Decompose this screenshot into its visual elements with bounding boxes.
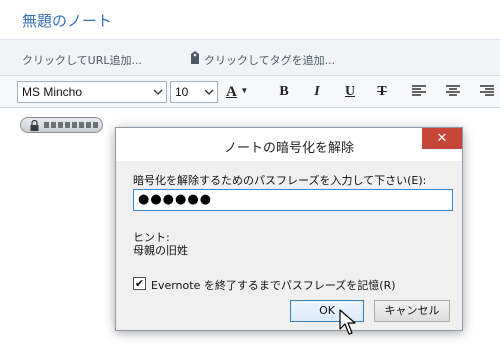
tag-icon	[191, 51, 199, 64]
note-title-bar: 無題のノート	[0, 0, 500, 40]
chevron-down-icon	[153, 89, 163, 95]
lock-icon	[30, 120, 39, 131]
font-family-select[interactable]: MS Mincho	[17, 81, 167, 103]
format-toolbar: MS Mincho 10 A ▼ B I U T	[0, 76, 500, 108]
align-left-icon[interactable]	[412, 85, 426, 97]
hint-value: 母親の旧姓	[133, 244, 188, 257]
remember-passphrase-label[interactable]: Evernote を終了するまでパスフレーズを記憶(R)	[151, 277, 396, 293]
align-right-icon[interactable]	[480, 85, 494, 97]
cancel-button[interactable]: キャンセル	[374, 300, 450, 322]
text-color-icon: A	[226, 84, 237, 100]
font-size-value: 10	[175, 85, 189, 99]
add-tag-link[interactable]: クリックしてタグを追加...	[204, 52, 335, 68]
dialog-title: ノートの暗号化を解除	[223, 141, 354, 156]
close-button[interactable]: ✕	[422, 128, 462, 149]
text-color-button[interactable]: A ▼	[226, 82, 258, 102]
remember-passphrase-checkbox[interactable]: ✔	[133, 277, 146, 290]
note-title[interactable]: 無題のノート	[22, 10, 112, 31]
note-meta-bar: クリックしてURL追加... クリックしてタグを追加...	[0, 40, 500, 76]
close-icon: ✕	[436, 131, 448, 146]
encrypted-text-block[interactable]	[20, 117, 103, 133]
bold-button[interactable]: B	[273, 82, 295, 102]
align-center-icon[interactable]	[446, 85, 460, 97]
mouse-cursor-icon	[339, 309, 356, 335]
font-size-select[interactable]: 10	[170, 81, 218, 103]
chevron-down-icon	[204, 89, 214, 95]
passphrase-prompt: 暗号化を解除するためのパスフレーズを入力して下さい(E):	[133, 174, 427, 187]
font-family-value: MS Mincho	[22, 85, 83, 99]
italic-button[interactable]: I	[306, 82, 328, 102]
add-url-link[interactable]: クリックしてURL追加...	[22, 52, 142, 68]
passphrase-input[interactable]: ●●●●●●	[133, 189, 453, 211]
dialog-title-bar[interactable]: ノートの暗号化を解除 ✕	[116, 128, 462, 161]
underline-button[interactable]: U	[339, 82, 361, 102]
decrypt-dialog: ノートの暗号化を解除 ✕ 暗号化を解除するためのパスフレーズを入力して下さい(E…	[115, 127, 463, 331]
encrypted-mask	[44, 122, 98, 128]
dialog-body: 暗号化を解除するためのパスフレーズを入力して下さい(E): ●●●●●● ヒント…	[116, 161, 462, 330]
strikethrough-button[interactable]: T	[371, 82, 393, 102]
